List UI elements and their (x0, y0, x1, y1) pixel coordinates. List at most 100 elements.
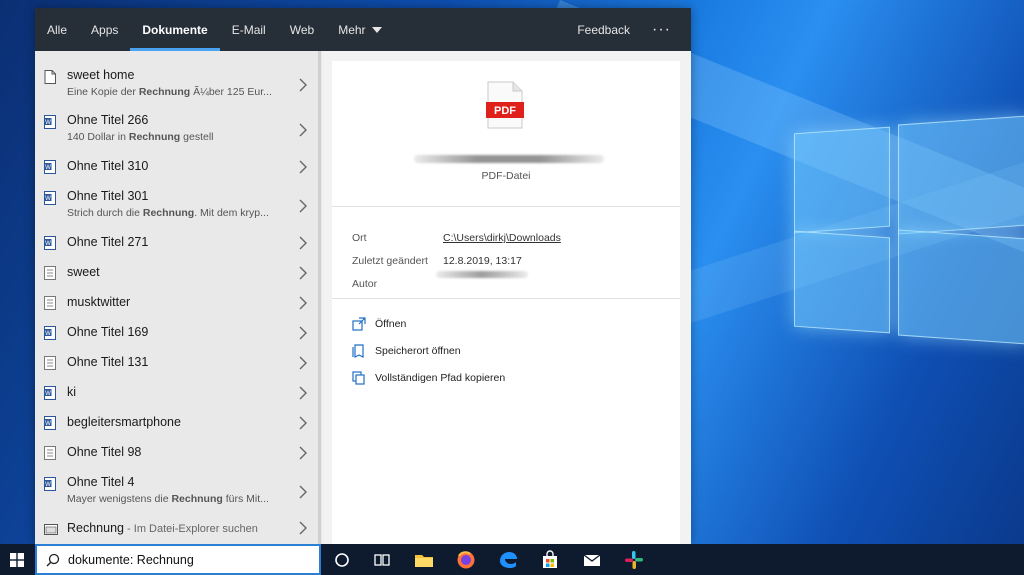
slack-icon[interactable] (624, 550, 644, 570)
chevron-down-icon (371, 26, 382, 33)
result-item[interactable]: sweet (35, 265, 322, 289)
windows-logo-wallpaper (792, 112, 1024, 352)
file-explorer-icon[interactable] (414, 550, 434, 570)
results-scrollbar[interactable] (318, 51, 321, 544)
chevron-right-icon[interactable] (296, 296, 310, 310)
tab-email[interactable]: E-Mail (220, 8, 278, 51)
location-link[interactable]: C:\Users\dirkj\Downloads (443, 232, 561, 244)
taskbar-search-box[interactable] (35, 544, 321, 575)
more-options-button[interactable]: ··· (642, 8, 691, 51)
svg-text:W: W (45, 241, 51, 247)
open-icon (352, 317, 366, 331)
word-document-icon: W (44, 477, 56, 491)
author-label: Autor (352, 278, 378, 290)
text-document-icon (44, 266, 56, 280)
chevron-right-icon[interactable] (296, 266, 310, 280)
result-title: Rechnung - Im Datei-Explorer suchen (67, 521, 258, 535)
tab-dokumente[interactable]: Dokumente (130, 8, 221, 51)
result-title: Ohne Titel 131 (67, 355, 149, 369)
result-item[interactable]: sweet home Eine Kopie der Rechnung Ã¼ber… (35, 68, 322, 108)
cortana-icon[interactable] (332, 550, 352, 570)
svg-text:W: W (45, 482, 51, 488)
word-document-icon: W (44, 191, 56, 205)
search-filter-bar: Alle Apps Dokumente E-Mail Web Mehr Feed… (35, 8, 691, 51)
document-icon (44, 70, 56, 84)
result-item[interactable]: W begleitersmartphone (35, 415, 322, 439)
result-title: sweet (67, 265, 100, 279)
modified-value: 12.8.2019, 13:17 (443, 255, 522, 267)
svg-text:W: W (45, 331, 51, 337)
search-input[interactable] (68, 552, 298, 567)
firefox-icon[interactable] (456, 550, 476, 570)
svg-text:W: W (45, 165, 51, 171)
search-panel: Alle Apps Dokumente E-Mail Web Mehr Feed… (35, 8, 691, 544)
open-action[interactable]: Öffnen (352, 317, 406, 331)
copy-path-action[interactable]: Vollständigen Pfad kopieren (352, 371, 505, 385)
word-document-icon: W (44, 236, 56, 250)
result-item[interactable]: W Ohne Titel 310 (35, 159, 322, 183)
redacted-author-value (436, 271, 528, 278)
edge-icon[interactable] (498, 550, 518, 570)
chevron-right-icon[interactable] (296, 485, 310, 499)
store-icon[interactable] (540, 550, 560, 570)
chevron-right-icon[interactable] (296, 416, 310, 430)
task-view-icon[interactable] (372, 550, 392, 570)
result-item-explorer-search[interactable]: Rechnung - Im Datei-Explorer suchen (35, 521, 322, 543)
svg-text:W: W (45, 421, 51, 427)
result-item[interactable]: W Ohne Titel 266 140 Dollar in Rechnung … (35, 113, 322, 153)
chevron-right-icon[interactable] (296, 446, 310, 460)
svg-text:W: W (45, 120, 51, 126)
chevron-right-icon[interactable] (296, 326, 310, 340)
result-item[interactable]: Ohne Titel 98 (35, 445, 322, 469)
chevron-right-icon[interactable] (296, 521, 310, 535)
result-title: musktwitter (67, 295, 131, 309)
result-item[interactable]: W Ohne Titel 169 (35, 325, 322, 349)
location-label: Ort (352, 232, 367, 244)
text-document-icon (44, 296, 56, 310)
folder-location-icon (352, 344, 364, 358)
result-title: Ohne Titel 98 (67, 445, 142, 459)
result-subtitle: Mayer wenigstens die Rechnung fürs Mit..… (67, 493, 269, 505)
svg-text:W: W (45, 391, 51, 397)
result-subtitle: Strich durch die Rechnung. Mit dem kryp.… (67, 207, 269, 219)
chevron-right-icon[interactable] (296, 386, 310, 400)
result-title: Ohne Titel 301 (67, 189, 149, 203)
chevron-right-icon[interactable] (296, 78, 310, 92)
text-document-icon (44, 446, 56, 460)
open-location-action[interactable]: Speicherort öffnen (352, 344, 461, 358)
result-subtitle: 140 Dollar in Rechnung gestell (67, 131, 214, 143)
tab-alle[interactable]: Alle (35, 8, 79, 51)
copy-path-icon (352, 371, 365, 385)
taskbar (0, 544, 1024, 575)
chevron-right-icon[interactable] (296, 160, 310, 174)
result-title: Ohne Titel 169 (67, 325, 149, 339)
divider (332, 298, 680, 299)
result-title: Ohne Titel 271 (67, 235, 149, 249)
result-item[interactable]: Ohne Titel 131 (35, 355, 322, 379)
feedback-button[interactable]: Feedback (565, 8, 642, 51)
tab-apps[interactable]: Apps (79, 8, 130, 51)
tab-mehr[interactable]: Mehr (326, 8, 393, 51)
mail-icon[interactable] (582, 550, 602, 570)
pdf-file-icon: PDF (486, 81, 524, 129)
chevron-right-icon[interactable] (296, 123, 310, 137)
svg-text:PDF: PDF (494, 105, 516, 117)
result-subtitle: Eine Kopie der Rechnung Ã¼ber 125 Eur... (67, 86, 272, 98)
result-title: Ohne Titel 266 (67, 113, 149, 127)
chevron-right-icon[interactable] (296, 236, 310, 250)
result-item[interactable]: W Ohne Titel 301 Strich durch die Rechnu… (35, 189, 322, 229)
chevron-right-icon[interactable] (296, 199, 310, 213)
result-item[interactable]: W ki (35, 385, 322, 409)
chevron-right-icon[interactable] (296, 356, 310, 370)
text-document-icon (44, 356, 56, 370)
word-document-icon: W (44, 416, 56, 430)
search-icon (46, 553, 60, 566)
word-document-icon: W (44, 115, 56, 129)
result-item[interactable]: musktwitter (35, 295, 322, 319)
result-item[interactable]: W Ohne Titel 271 (35, 235, 322, 259)
result-item[interactable]: W Ohne Titel 4 Mayer wenigstens die Rech… (35, 475, 322, 515)
result-title: Ohne Titel 310 (67, 159, 149, 173)
result-title: ki (67, 385, 77, 399)
start-button[interactable] (0, 544, 34, 575)
tab-web[interactable]: Web (278, 8, 326, 51)
